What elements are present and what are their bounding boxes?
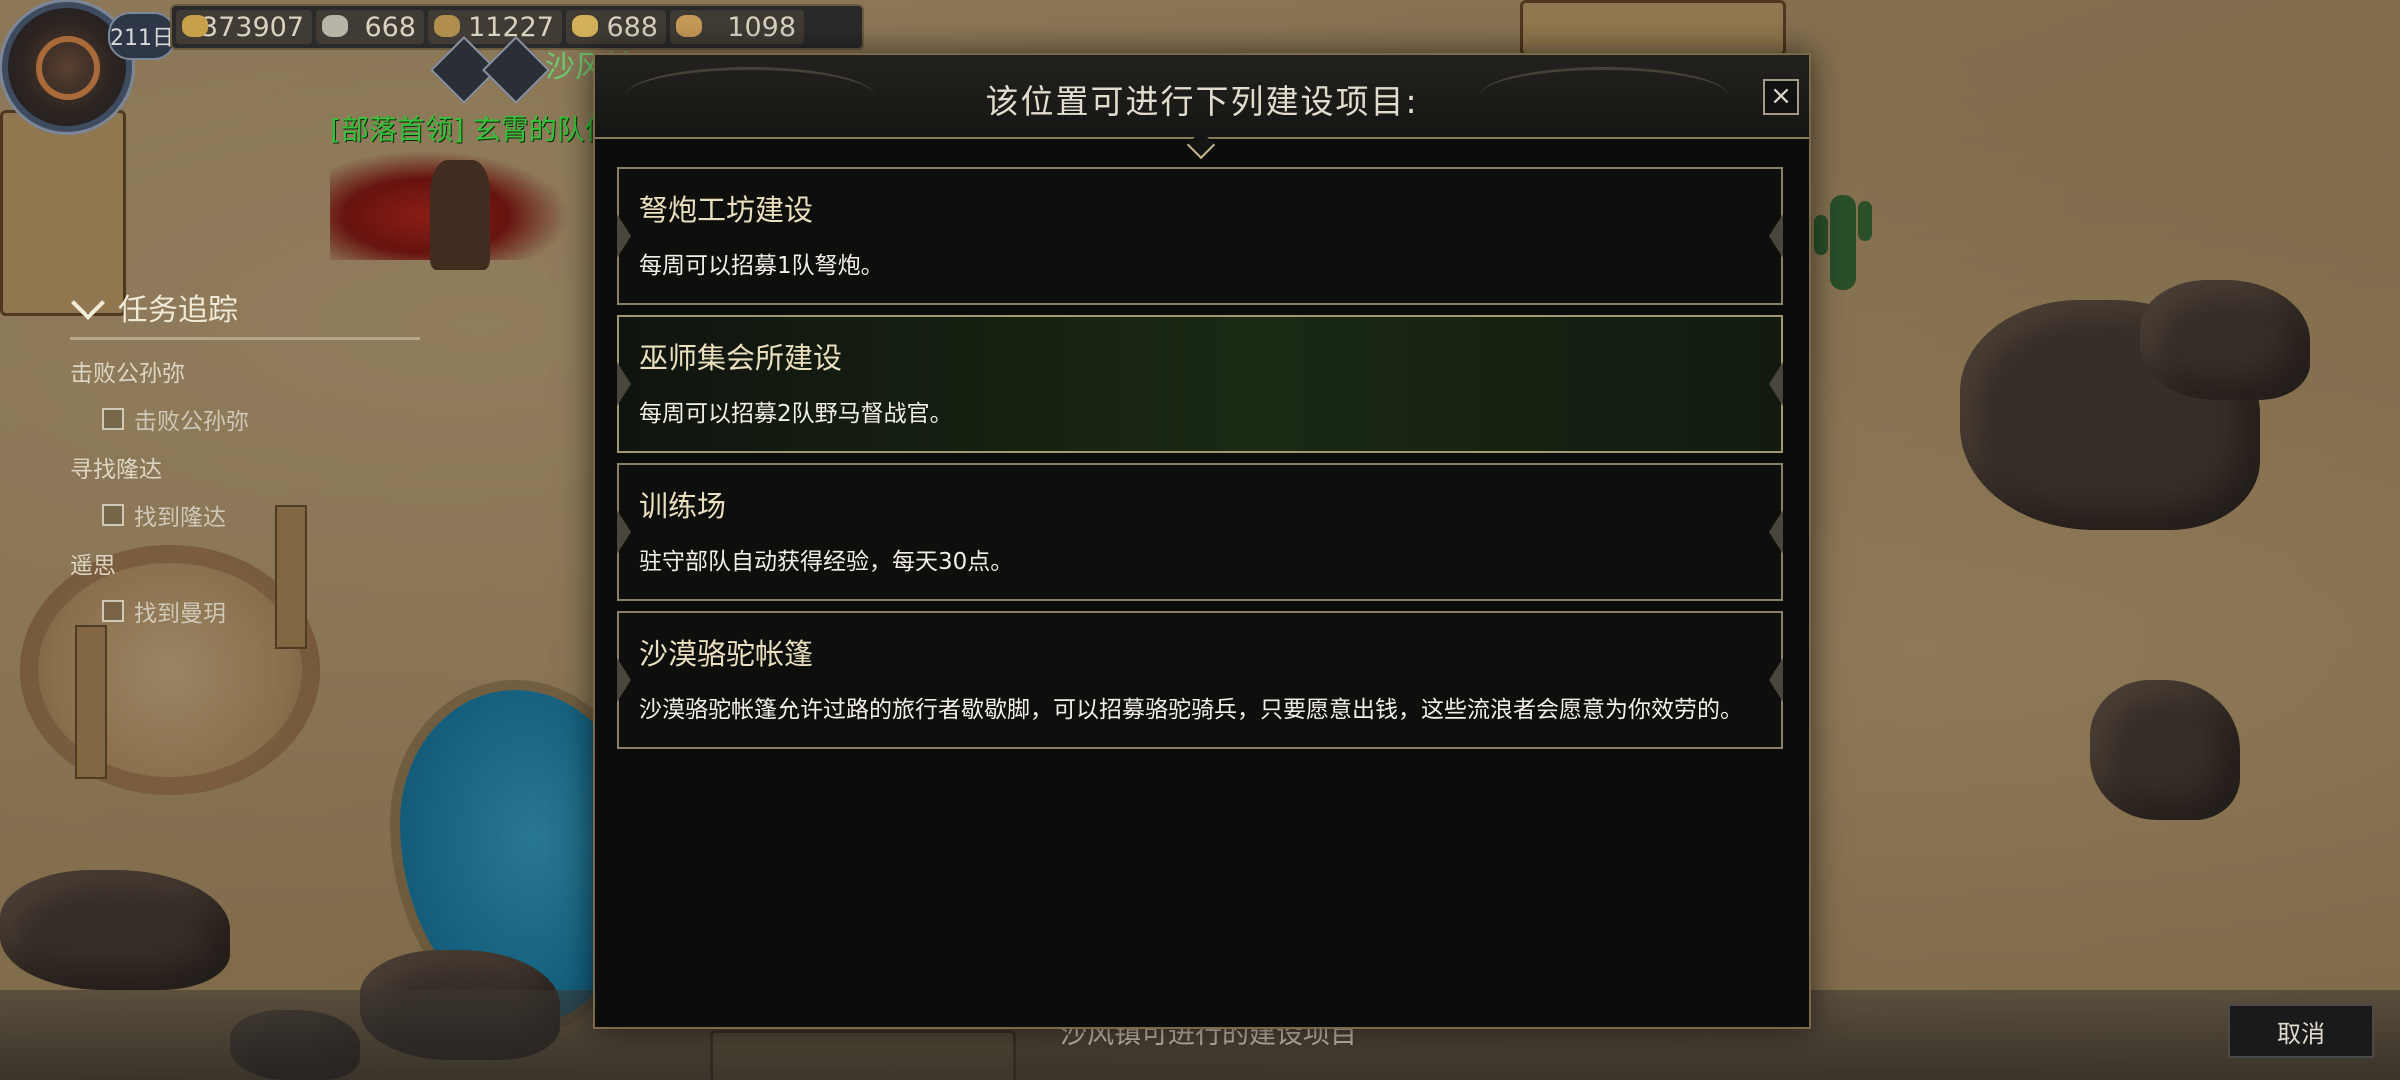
resource-ore: 668	[316, 10, 424, 44]
build-option[interactable]: 训练场 驻守部队自动获得经验，每天30点。	[617, 463, 1783, 601]
quest-objective: 击败公孙弥	[102, 402, 420, 436]
resource-value: 373907	[200, 11, 304, 43]
crystal-icon	[572, 15, 598, 37]
resource-value: 668	[364, 11, 416, 43]
crest-icon[interactable]	[482, 36, 550, 104]
resource-value: 11227	[468, 11, 554, 43]
build-option-desc: 每周可以招募1队弩炮。	[639, 253, 884, 279]
checkbox-icon	[102, 600, 124, 622]
build-options-list: 弩炮工坊建设 每周可以招募1队弩炮。 巫师集会所建设 每周可以招募2队野马督战官…	[617, 167, 1783, 759]
quest-objective: 找到曼玥	[102, 594, 420, 628]
objective-label: 击败公孙弥	[134, 409, 249, 435]
close-button[interactable]: ×	[1763, 79, 1799, 115]
resource-wood: 11227	[428, 10, 562, 44]
build-option-name: 沙漠骆驼帐篷	[639, 637, 814, 671]
silver-ore-icon	[322, 15, 348, 37]
chief-label: [部落首领] 玄霄的队伍	[330, 113, 613, 146]
stone-icon	[676, 15, 702, 37]
build-option-name: 巫师集会所建设	[639, 341, 843, 375]
gold-coin-icon	[182, 15, 208, 37]
quest-objective: 找到隆达	[102, 498, 420, 532]
quest-title[interactable]: 遥思	[70, 546, 420, 580]
dialog-header: 该位置可进行下列建设项目: ×	[595, 55, 1809, 139]
resource-crystal: 688	[566, 10, 666, 44]
quest-tracker: 任务追踪 击败公孙弥 击败公孙弥 寻找隆达 找到隆达 遥思 找到曼玥	[70, 285, 420, 628]
sun-icon	[36, 36, 100, 100]
resource-gold: 373907	[176, 10, 312, 44]
quest-title[interactable]: 寻找隆达	[70, 450, 420, 484]
town-status-icons	[430, 36, 550, 104]
chevron-down-icon[interactable]	[71, 286, 105, 320]
dialog-title: 该位置可进行下列建设项目:	[985, 82, 1419, 121]
build-option-desc: 沙漠骆驼帐篷允许过路的旅行者歇歇脚，可以招募骆驼骑兵，只要愿意出钱，这些流浪者会…	[639, 697, 1743, 723]
objective-label: 找到隆达	[134, 505, 226, 531]
resource-value: 688	[606, 11, 658, 43]
resource-value: 1098	[727, 11, 796, 43]
checkbox-icon	[102, 504, 124, 526]
build-option[interactable]: 巫师集会所建设 每周可以招募2队野马督战官。	[617, 315, 1783, 453]
wood-icon	[434, 15, 460, 37]
objective-label: 找到曼玥	[134, 601, 226, 627]
build-option[interactable]: 弩炮工坊建设 每周可以招募1队弩炮。	[617, 167, 1783, 305]
quest-title[interactable]: 击败公孙弥	[70, 354, 420, 388]
resource-stone: 1098	[670, 10, 804, 44]
build-option-desc: 每周可以招募2队野马督战官。	[639, 401, 953, 427]
build-option-desc: 驻守部队自动获得经验，每天30点。	[639, 549, 1014, 575]
quest-tracker-header[interactable]: 任务追踪	[70, 285, 420, 340]
build-option-name: 训练场	[639, 489, 727, 523]
build-option-name: 弩炮工坊建设	[639, 193, 814, 227]
day-counter: 211日	[108, 12, 176, 60]
quest-tracker-title: 任务追踪	[118, 293, 238, 328]
cancel-button[interactable]: 取消	[2228, 1004, 2374, 1058]
build-options-dialog: 该位置可进行下列建设项目: × 弩炮工坊建设 每周可以招募1队弩炮。 巫师集会所…	[593, 53, 1811, 1029]
build-option[interactable]: 沙漠骆驼帐篷 沙漠骆驼帐篷允许过路的旅行者歇歇脚，可以招募骆驼骑兵，只要愿意出钱…	[617, 611, 1783, 749]
checkbox-icon	[102, 408, 124, 430]
